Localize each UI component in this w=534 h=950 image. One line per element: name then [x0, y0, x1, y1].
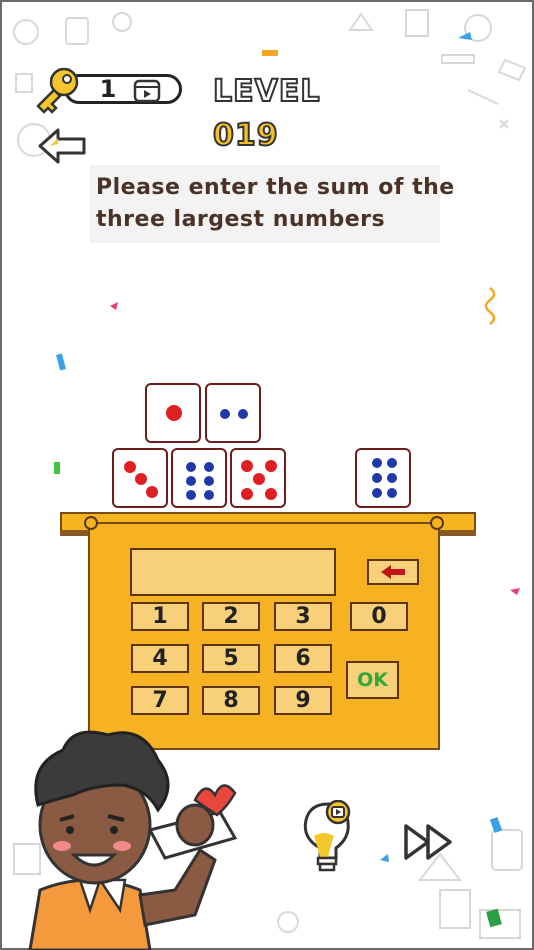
question-line-2: three largest numbers: [96, 207, 386, 232]
die-pip: [241, 488, 253, 500]
character-boy-illustration: [28, 730, 238, 950]
answer-display: [130, 548, 336, 596]
die-pip: [135, 473, 147, 485]
key-2[interactable]: 2: [202, 602, 260, 631]
die-pip: [372, 458, 382, 468]
key-3[interactable]: 3: [274, 602, 332, 631]
die-pip: [186, 462, 196, 472]
die-bottom-left[interactable]: [112, 448, 168, 508]
question-line-1: Please enter the sum of the: [96, 175, 455, 200]
keys-count: 1: [99, 75, 117, 103]
die-pip: [124, 461, 136, 473]
level-number: 019: [212, 117, 279, 154]
die-pip: [372, 488, 382, 498]
die-top-left[interactable]: [145, 383, 201, 443]
key-0[interactable]: 0: [350, 602, 408, 631]
die-top-right[interactable]: [205, 383, 261, 443]
die-pip: [204, 476, 214, 486]
panel-bolt-left: [84, 516, 98, 530]
die-pip: [204, 462, 214, 472]
key-9[interactable]: 9: [274, 686, 332, 715]
key-6[interactable]: 6: [274, 644, 332, 673]
die-pip: [253, 473, 265, 485]
key-counter: 1: [24, 66, 182, 114]
die-pip: [387, 488, 397, 498]
die-pip: [238, 409, 248, 419]
panel-bolt-right: [430, 516, 444, 530]
die-bottom-middle[interactable]: [171, 448, 227, 508]
backspace-button[interactable]: [367, 559, 419, 585]
key-icon: [36, 67, 79, 114]
backspace-arrow-icon: [381, 565, 405, 579]
die-pip: [204, 490, 214, 500]
die-pip: [265, 488, 277, 500]
level-title: LEVEL 019: [212, 70, 383, 154]
die-pip: [372, 473, 382, 483]
die-pip: [146, 486, 158, 498]
die-pip: [241, 460, 253, 472]
die-pip: [186, 476, 196, 486]
die-pip: [387, 473, 397, 483]
level-word: LEVEL: [212, 73, 321, 110]
die-bottom-right[interactable]: [230, 448, 286, 508]
key-7[interactable]: 7: [131, 686, 189, 715]
skip-icon[interactable]: [402, 822, 456, 862]
hint-bulb-icon[interactable]: [296, 800, 354, 876]
key-4[interactable]: 4: [131, 644, 189, 673]
video-icon[interactable]: [132, 78, 162, 104]
back-arrow-icon[interactable]: [36, 126, 90, 166]
die-pip: [166, 405, 182, 421]
die-pip: [186, 490, 196, 500]
die-pip: [265, 460, 277, 472]
question-box: Please enter the sum of the three larges…: [90, 165, 454, 243]
die-pip: [220, 409, 230, 419]
key-1[interactable]: 1: [131, 602, 189, 631]
ok-button[interactable]: OK: [346, 661, 399, 699]
die-pip: [387, 458, 397, 468]
key-5[interactable]: 5: [202, 644, 260, 673]
key-8[interactable]: 8: [202, 686, 260, 715]
die-separate[interactable]: [355, 448, 411, 508]
